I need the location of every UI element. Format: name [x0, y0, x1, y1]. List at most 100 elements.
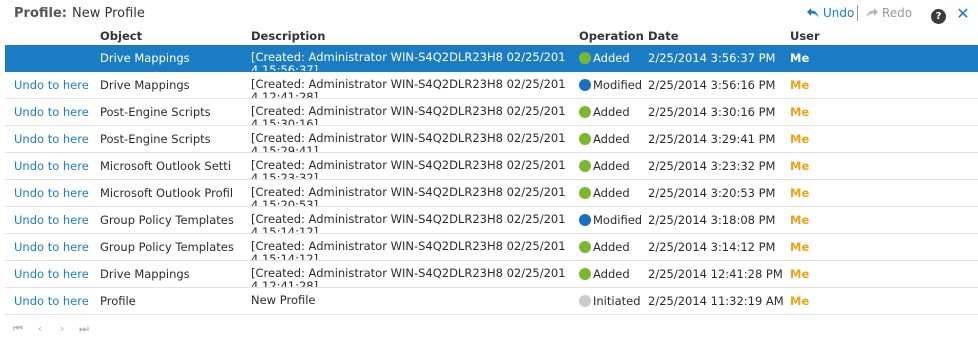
user-cell: Me	[790, 186, 810, 200]
undo-button[interactable]: Undo	[806, 6, 854, 20]
operation-label: Added	[593, 51, 630, 65]
column-header-object[interactable]: Object	[100, 29, 142, 43]
table-row[interactable]: Undo to here Microsoft Outlook Setti [Crea…	[5, 153, 978, 180]
object-cell: Microsoft Outlook Profil	[100, 186, 234, 200]
date-cell: 2/25/2014 3:20:53 PM	[648, 186, 776, 200]
description-cell: New Profile	[251, 294, 316, 307]
date-cell: 2/25/2014 3:23:32 PM	[648, 159, 776, 173]
status-dot-icon	[579, 160, 591, 172]
operation-cell: Modified	[579, 78, 642, 92]
object-cell: Drive Mappings	[100, 51, 190, 65]
operation-cell: Added	[579, 51, 630, 65]
operation-label: Added	[593, 267, 630, 281]
undo-to-here-link[interactable]: Undo to here	[14, 186, 89, 200]
column-header-description[interactable]: Description	[251, 29, 325, 43]
undo-to-here-link[interactable]: Undo to here	[14, 132, 89, 146]
table-row[interactable]: Drive Mappings [Created: Administrator WI…	[5, 45, 978, 72]
object-cell: Group Policy Templates	[100, 213, 234, 227]
user-cell: Me	[790, 267, 810, 281]
table-body: Drive Mappings [Created: Administrator WI…	[5, 45, 978, 315]
close-icon[interactable]: ✕	[955, 5, 971, 23]
date-cell: 2/25/2014 3:30:16 PM	[648, 105, 776, 119]
column-header-operation[interactable]: Operation	[579, 29, 644, 43]
table-row[interactable]: Undo to here Microsoft Outlook Profil [Cre…	[5, 180, 978, 207]
operation-cell: Modified	[579, 213, 642, 227]
user-cell: Me	[790, 132, 810, 146]
status-dot-icon	[579, 295, 591, 307]
operation-cell: Added	[579, 105, 630, 119]
status-dot-icon	[579, 133, 591, 145]
object-cell: Group Policy Templates	[100, 240, 234, 254]
user-cell: Me	[790, 294, 810, 308]
status-dot-icon	[579, 79, 591, 91]
operation-label: Added	[593, 132, 630, 146]
next-page-icon[interactable]: ›	[56, 322, 68, 336]
undo-to-here-link[interactable]: Undo to here	[14, 267, 89, 281]
operation-label: Modified	[593, 213, 643, 227]
undo-to-here-link[interactable]: Undo to here	[14, 78, 89, 92]
description-cell: [Created: Administrator WIN-S4Q2DLR23H8 …	[251, 213, 566, 234]
profile-label: Profile:	[14, 6, 67, 21]
table-row[interactable]: Undo to here Profile New Profile Initiated 2…	[5, 288, 978, 315]
last-page-icon[interactable]: ⏭	[78, 322, 90, 336]
object-cell: Microsoft Outlook Setti	[100, 159, 232, 173]
operation-cell: Initiated	[579, 294, 641, 308]
profile-name: New Profile	[72, 6, 145, 21]
status-dot-icon	[579, 106, 591, 118]
undo-icon	[807, 8, 819, 18]
pager: ⏮ ‹ › ⏭	[12, 322, 90, 336]
date-cell: 2/25/2014 3:14:12 PM	[648, 240, 776, 254]
user-cell: Me	[790, 159, 810, 173]
operation-label: Initiated	[593, 294, 641, 308]
status-dot-icon	[579, 241, 591, 253]
undo-to-here-link[interactable]: Undo to here	[14, 105, 89, 119]
first-page-icon[interactable]: ⏮	[12, 322, 24, 336]
column-header-user[interactable]: User	[790, 29, 820, 43]
operation-cell: Added	[579, 132, 630, 146]
date-cell: 2/25/2014 3:56:16 PM	[648, 78, 776, 92]
operation-cell: Added	[579, 186, 630, 200]
operation-label: Added	[593, 240, 630, 254]
operation-cell: Added	[579, 267, 630, 281]
status-dot-icon	[579, 187, 591, 199]
undo-to-here-link[interactable]: Undo to here	[14, 240, 89, 254]
help-icon[interactable]: ?	[931, 9, 946, 24]
table-row[interactable]: Undo to here Group Policy Templates [Creat…	[5, 234, 978, 261]
operation-label: Added	[593, 159, 630, 173]
table-row[interactable]: Undo to here Drive Mappings [Created: Admi…	[5, 261, 978, 288]
description-cell: [Created: Administrator WIN-S4Q2DLR23H8 …	[251, 186, 566, 207]
table-row[interactable]: Undo to here Post-Engine Scripts [Created:…	[5, 126, 978, 153]
redo-icon	[866, 8, 878, 18]
operation-cell: Added	[579, 159, 630, 173]
redo-label: Redo	[882, 6, 913, 20]
object-cell: Profile	[100, 294, 136, 308]
column-header-date[interactable]: Date	[648, 29, 679, 43]
table-row[interactable]: Undo to here Post-Engine Scripts [Created:…	[5, 99, 978, 126]
user-cell: Me	[790, 78, 810, 92]
table-header: Object Description Operation Date User	[5, 29, 978, 45]
operation-cell: Added	[579, 240, 630, 254]
object-cell: Post-Engine Scripts	[100, 105, 211, 119]
description-cell: [Created: Administrator WIN-S4Q2DLR23H8 …	[251, 51, 566, 72]
undo-to-here-link[interactable]: Undo to here	[14, 294, 89, 308]
operation-label: Modified	[593, 78, 643, 92]
date-cell: 2/25/2014 3:29:41 PM	[648, 132, 776, 146]
user-cell: Me	[790, 240, 810, 254]
operation-label: Added	[593, 186, 630, 200]
table-row[interactable]: Undo to here Group Policy Templates [Creat…	[5, 207, 978, 234]
undo-to-here-link[interactable]: Undo to here	[14, 213, 89, 227]
operation-label: Added	[593, 105, 630, 119]
description-cell: [Created: Administrator WIN-S4Q2DLR23H8 …	[251, 105, 566, 126]
object-cell: Drive Mappings	[100, 78, 190, 92]
undo-to-here-link[interactable]: Undo to here	[14, 159, 89, 173]
date-cell: 2/25/2014 3:56:37 PM	[648, 51, 776, 65]
prev-page-icon[interactable]: ‹	[34, 322, 46, 336]
user-cell: Me	[790, 105, 810, 119]
date-cell: 2/25/2014 12:41:28 PM	[648, 267, 783, 281]
undo-label: Undo	[823, 6, 855, 20]
redo-button[interactable]: Redo	[865, 6, 912, 20]
date-cell: 2/25/2014 3:18:08 PM	[648, 213, 776, 227]
table-row[interactable]: Undo to here Drive Mappings [Created: Admi…	[5, 72, 978, 99]
user-cell: Me	[790, 51, 810, 65]
description-cell: [Created: Administrator WIN-S4Q2DLR23H8 …	[251, 132, 566, 153]
